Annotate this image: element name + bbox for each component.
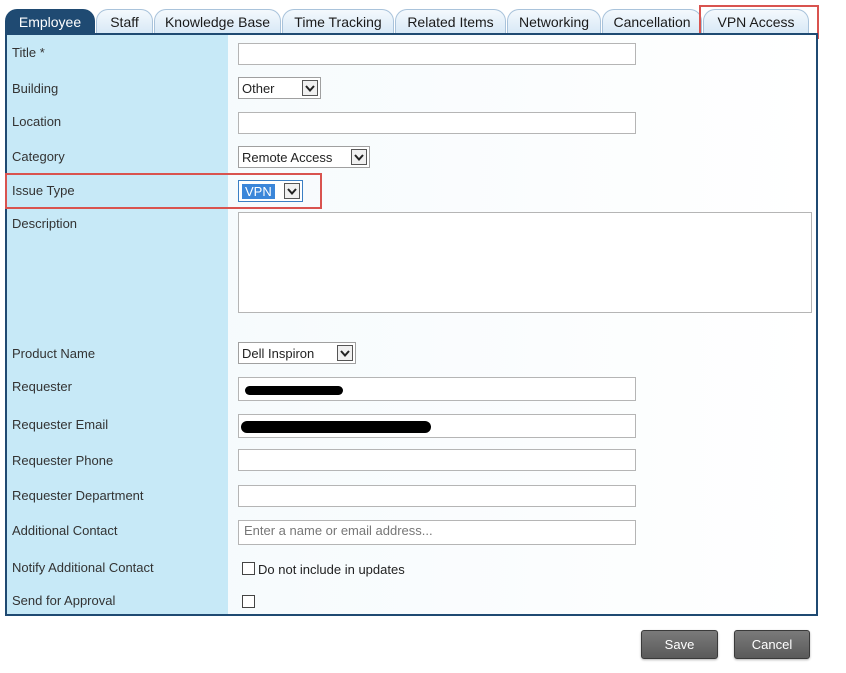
- category-select-value: Remote Access: [242, 149, 333, 165]
- additional-contact-label: Additional Contact: [12, 523, 118, 538]
- tab-knowledge-base[interactable]: Knowledge Base: [154, 9, 281, 34]
- requester-department-label: Requester Department: [12, 488, 144, 503]
- issue-type-select[interactable]: VPN: [238, 180, 303, 202]
- chevron-down-icon[interactable]: [284, 183, 300, 199]
- title-input[interactable]: [238, 43, 636, 65]
- send-for-approval-label: Send for Approval: [12, 593, 116, 608]
- additional-contact-input[interactable]: Enter a name or email address...: [238, 520, 636, 545]
- tab-employee[interactable]: Employee: [5, 9, 95, 34]
- requester-phone-input[interactable]: [238, 449, 636, 471]
- product-name-select[interactable]: Dell Inspiron: [238, 342, 356, 364]
- requester-email-label: Requester Email: [12, 417, 109, 432]
- requester-department-input[interactable]: [238, 485, 636, 507]
- notify-checkbox[interactable]: [242, 562, 255, 575]
- description-label: Description: [12, 216, 78, 231]
- send-for-approval-checkbox[interactable]: [242, 595, 255, 608]
- title-label: Title *: [12, 45, 45, 60]
- tab-cancellation[interactable]: Cancellation: [602, 9, 702, 34]
- save-button[interactable]: Save: [641, 630, 718, 659]
- product-name-label: Product Name: [12, 346, 96, 361]
- tab-staff[interactable]: Staff: [96, 9, 153, 34]
- tab-vpn-access[interactable]: VPN Access: [703, 9, 809, 34]
- building-label: Building: [12, 81, 59, 96]
- notify-checkbox-label: Do not include in updates: [258, 562, 405, 577]
- requester-phone-label: Requester Phone: [12, 453, 114, 468]
- category-label: Category: [12, 149, 65, 164]
- form-panel: Title * Building Other Location Category…: [5, 33, 818, 616]
- issue-type-select-value: VPN: [242, 183, 275, 199]
- requester-email-input[interactable]: [238, 414, 636, 438]
- building-select[interactable]: Other: [238, 77, 321, 99]
- chevron-down-icon[interactable]: [337, 345, 353, 361]
- category-select[interactable]: Remote Access: [238, 146, 370, 168]
- building-select-value: Other: [242, 80, 275, 96]
- location-input[interactable]: [238, 112, 636, 134]
- chevron-down-icon[interactable]: [351, 149, 367, 165]
- tab-related-items[interactable]: Related Items: [395, 9, 506, 34]
- description-textarea[interactable]: [238, 212, 812, 313]
- cancel-button[interactable]: Cancel: [734, 630, 810, 659]
- notify-additional-contact-label: Notify Additional Contact: [12, 560, 154, 575]
- requester-input[interactable]: [238, 377, 636, 401]
- requester-label: Requester: [12, 379, 72, 394]
- redacted-requester: [245, 386, 343, 395]
- chevron-down-icon[interactable]: [302, 80, 318, 96]
- tab-time-tracking[interactable]: Time Tracking: [282, 9, 394, 34]
- product-name-select-value: Dell Inspiron: [242, 345, 315, 361]
- location-label: Location: [12, 114, 62, 129]
- issue-type-label: Issue Type: [12, 183, 75, 198]
- redacted-requester-email: [241, 421, 431, 433]
- tab-networking[interactable]: Networking: [507, 9, 601, 34]
